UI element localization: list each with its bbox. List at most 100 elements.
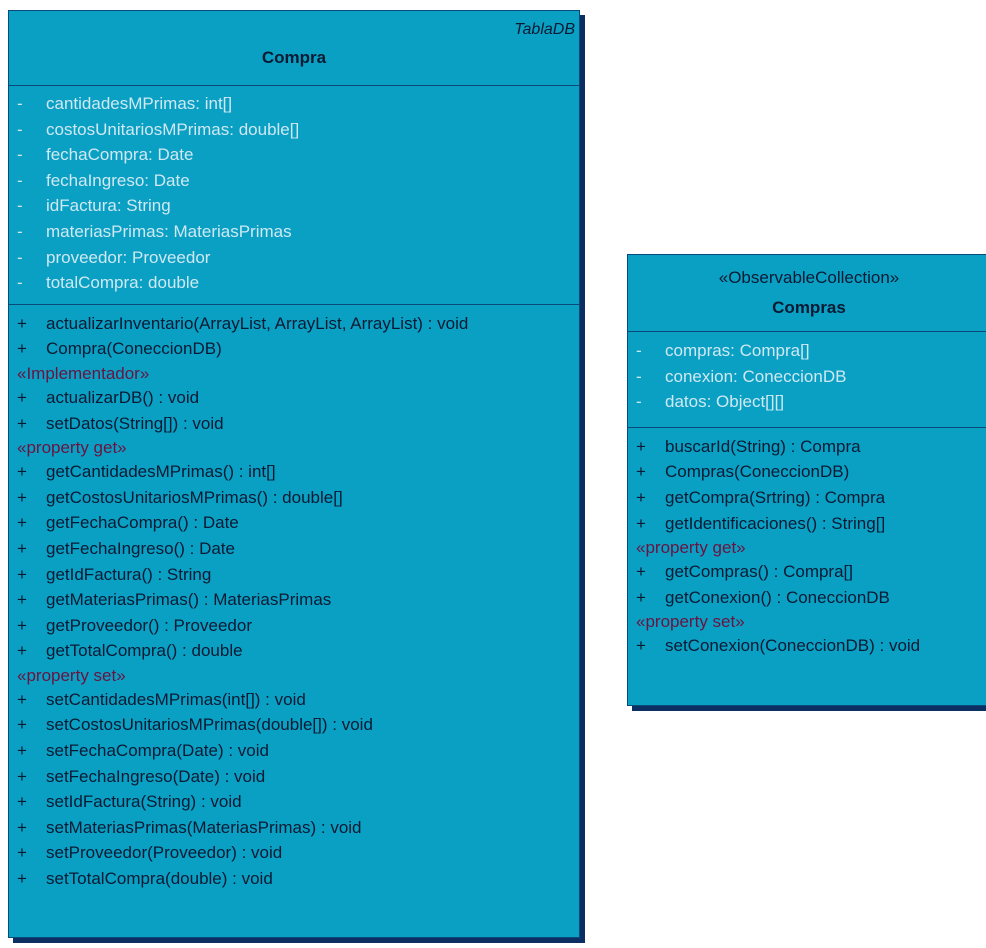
operation-row[interactable]: + actualizarInventario(ArrayList, ArrayLi… <box>9 311 579 337</box>
visibility-marker: + <box>636 636 646 656</box>
operation-text: getCompra(Srtring) : Compra <box>665 487 886 507</box>
attribute-row[interactable]: - datos: Object[][] <box>628 389 986 415</box>
operation-row[interactable]: + getTotalCompra() : double <box>9 638 579 664</box>
visibility-marker: - <box>17 119 23 139</box>
operation-text: getCompras() : Compra[] <box>665 562 853 582</box>
attributes-compartment: - compras: Compra[] - conexion: ConeccionDB… <box>628 332 986 428</box>
class-name: Compra <box>261 48 327 67</box>
visibility-marker: + <box>17 590 27 610</box>
visibility-marker: + <box>17 413 27 433</box>
class-compra[interactable]: TablaDB Compra - cantidadesMPrimas: int[]… <box>8 10 580 938</box>
class-name: Compras <box>772 298 846 317</box>
operation-row[interactable]: + getFechaIngreso() : Date <box>9 536 579 562</box>
operation-text: setIdFactura(String) : void <box>46 792 242 812</box>
attribute-row[interactable]: - conexion: ConeccionDB <box>628 364 986 390</box>
visibility-marker: + <box>17 817 27 837</box>
attribute-text: proveedor: Proveedor <box>46 247 211 267</box>
operation-row[interactable]: + setProveedor(Proveedor) : void <box>9 840 579 866</box>
operation-row[interactable]: + getIdentificaciones() : String[] <box>628 511 986 537</box>
operation-row[interactable]: + setIdFactura(String) : void <box>9 789 579 815</box>
operation-text: getProveedor() : Proveedor <box>46 615 252 635</box>
stereotype-group-label: «property set» <box>17 665 126 685</box>
operation-row[interactable]: + Compra(ConeccionDB) <box>9 336 579 362</box>
operation-row[interactable]: + setConexion(ConeccionDB) : void <box>628 633 986 659</box>
attribute-row[interactable]: - proveedor: Proveedor <box>9 245 579 271</box>
attribute-row[interactable]: - fechaIngreso: Date <box>9 168 579 194</box>
operation-text: actualizarInventario(ArrayList, ArrayLis… <box>46 313 469 333</box>
operation-row[interactable]: + Compras(ConeccionDB) <box>628 459 986 485</box>
class-header: TablaDB Compra <box>9 11 579 86</box>
stereotype-group-label: «property get» <box>636 538 746 558</box>
visibility-marker: - <box>636 392 642 412</box>
operation-text: Compra(ConeccionDB) <box>46 339 222 359</box>
operation-row[interactable]: + setFechaCompra(Date) : void <box>9 738 579 764</box>
stereotype-group-label: «Implementador» <box>17 363 150 383</box>
attribute-row[interactable]: - idFactura: String <box>9 193 579 219</box>
operation-text: setTotalCompra(double) : void <box>46 869 273 889</box>
operation-text: getMateriasPrimas() : MateriasPrimas <box>46 590 332 610</box>
class-compras[interactable]: «ObservableCollection» Compras - compras:… <box>627 254 986 706</box>
attribute-row[interactable]: - totalCompra: double <box>9 270 579 296</box>
attribute-row[interactable]: - costosUnitariosMPrimas: double[] <box>9 117 579 143</box>
attribute-row[interactable]: - compras: Compra[] <box>628 338 986 364</box>
operation-text: setFechaIngreso(Date) : void <box>46 766 266 786</box>
operations-compartment: + buscarId(String) : Compra + Compras(Conec… <box>628 428 986 663</box>
operation-text: setFechaCompra(Date) : void <box>46 741 269 761</box>
visibility-marker: + <box>17 869 27 889</box>
visibility-marker: + <box>17 513 27 533</box>
operation-text: setCostosUnitariosMPrimas(double[]) : vo… <box>46 715 373 735</box>
operation-row[interactable]: + getCompras() : Compra[] <box>628 559 986 585</box>
operation-row[interactable]: + setFechaIngreso(Date) : void <box>9 764 579 790</box>
operation-row[interactable]: + getCompra(Srtring) : Compra <box>628 485 986 511</box>
operation-row[interactable]: + getCostosUnitariosMPrimas() : double[] <box>9 485 579 511</box>
operation-row[interactable]: + getMateriasPrimas() : MateriasPrimas <box>9 587 579 613</box>
operation-text: setDatos(String[]) : void <box>46 413 224 433</box>
visibility-marker: + <box>17 487 27 507</box>
operation-row[interactable]: + setMateriasPrimas(MateriasPrimas) : voi… <box>9 815 579 841</box>
visibility-marker: - <box>17 196 23 216</box>
attribute-text: totalCompra: double <box>46 273 200 293</box>
operation-text: getIdentificaciones() : String[] <box>665 513 886 533</box>
attributes-compartment: - cantidadesMPrimas: int[] - costosUnitario… <box>9 86 579 305</box>
visibility-marker: - <box>636 341 642 360</box>
visibility-marker: + <box>17 538 27 558</box>
operation-row[interactable]: + actualizarDB() : void <box>9 385 579 411</box>
visibility-marker: + <box>17 615 27 635</box>
attribute-row[interactable]: - cantidadesMPrimas: int[] <box>9 91 579 117</box>
visibility-marker: - <box>17 94 23 113</box>
attribute-row[interactable]: - materiasPrimas: MateriasPrimas <box>9 219 579 245</box>
operation-row[interactable]: + buscarId(String) : Compra <box>628 434 986 460</box>
class-header: «ObservableCollection» Compras <box>628 255 986 332</box>
operation-row[interactable]: + getProveedor() : Proveedor <box>9 613 579 639</box>
operation-row[interactable]: + getConexion() : ConeccionDB <box>628 585 986 611</box>
attribute-text: datos: Object[][] <box>665 392 785 412</box>
visibility-marker: + <box>636 562 646 582</box>
visibility-marker: + <box>17 792 27 812</box>
operation-text: setConexion(ConeccionDB) : void <box>665 636 921 656</box>
attribute-text: materiasPrimas: MateriasPrimas <box>46 221 292 241</box>
operation-row[interactable]: + getFechaCompra() : Date <box>9 510 579 536</box>
class-stereotype: TablaDB <box>514 21 575 38</box>
visibility-marker: + <box>636 436 646 456</box>
visibility-marker: + <box>17 564 27 584</box>
visibility-marker: + <box>17 387 27 407</box>
visibility-marker: - <box>17 145 23 165</box>
attribute-text: fechaCompra: Date <box>46 145 194 165</box>
operation-row[interactable]: + getIdFactura() : String <box>9 562 579 588</box>
visibility-marker: - <box>17 247 23 267</box>
operation-row[interactable]: + getCantidadesMPrimas() : int[] <box>9 459 579 485</box>
visibility-marker: + <box>17 313 27 333</box>
visibility-marker: + <box>636 587 646 607</box>
operation-text: getIdFactura() : String <box>46 564 212 584</box>
operation-row[interactable]: + setCantidadesMPrimas(int[]) : void <box>9 687 579 713</box>
operation-row[interactable]: + setDatos(String[]) : void <box>9 411 579 437</box>
attribute-row[interactable]: - fechaCompra: Date <box>9 142 579 168</box>
visibility-marker: + <box>17 741 27 761</box>
operation-row[interactable]: + setTotalCompra(double) : void <box>9 866 579 892</box>
visibility-marker: + <box>17 641 27 661</box>
attribute-text: fechaIngreso: Date <box>46 170 190 190</box>
visibility-marker: + <box>17 766 27 786</box>
operation-text: buscarId(String) : Compra <box>665 436 861 456</box>
operation-row[interactable]: + setCostosUnitariosMPrimas(double[]) : v… <box>9 712 579 738</box>
operation-text: getCantidadesMPrimas() : int[] <box>46 462 276 482</box>
